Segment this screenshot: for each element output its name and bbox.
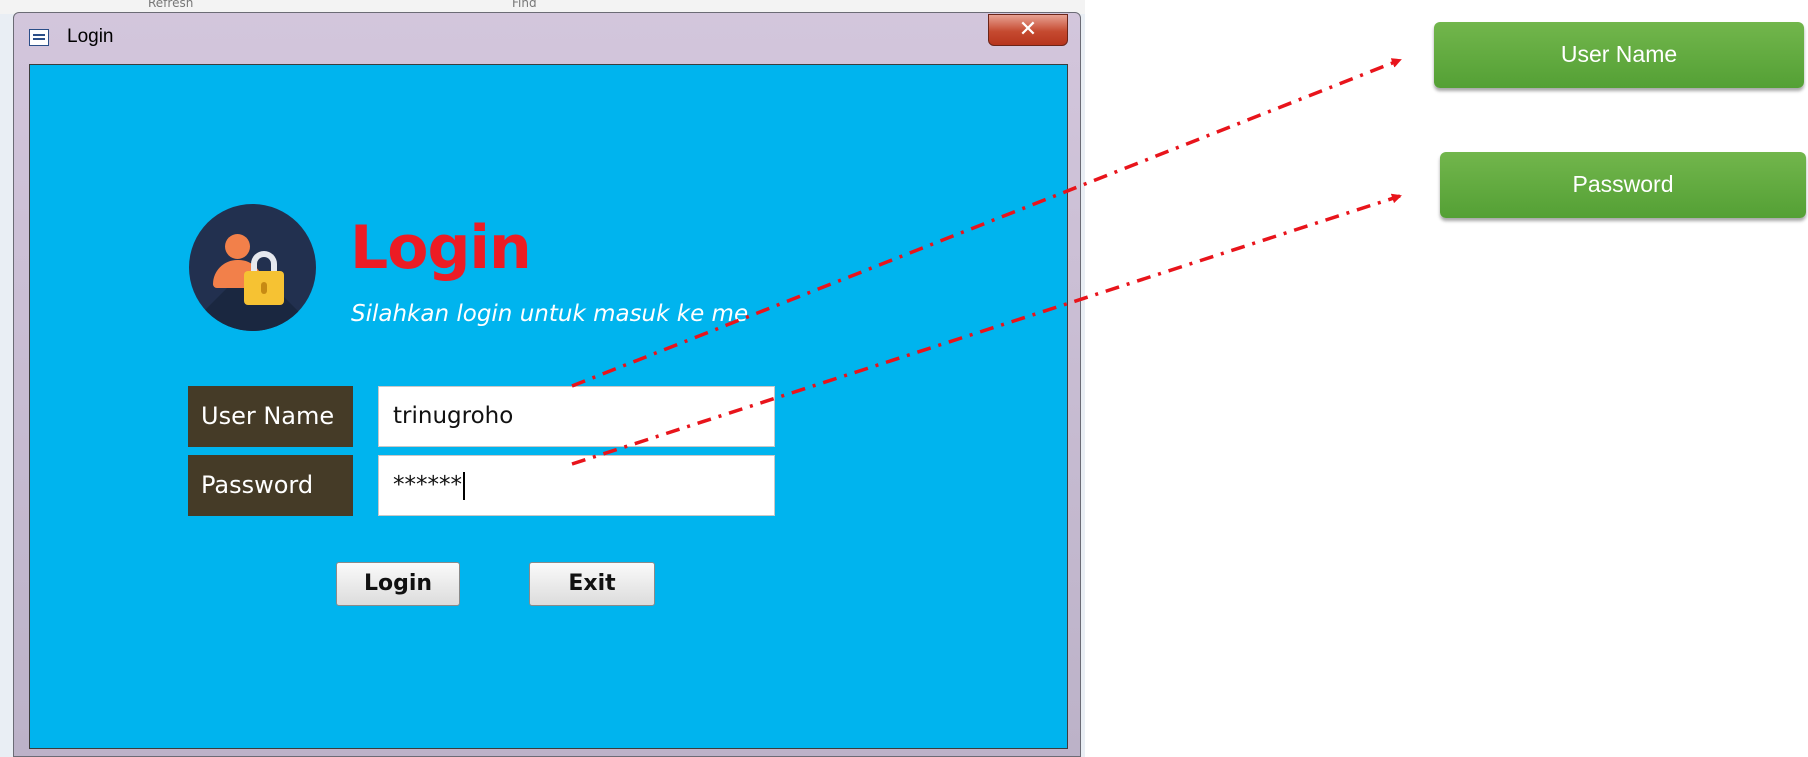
password-callout: Password: [1440, 152, 1806, 218]
username-callout: User Name: [1434, 22, 1804, 88]
password-arrow: [571, 193, 1402, 466]
username-arrow: [571, 58, 1402, 388]
callout-arrows: [571, 58, 1402, 466]
